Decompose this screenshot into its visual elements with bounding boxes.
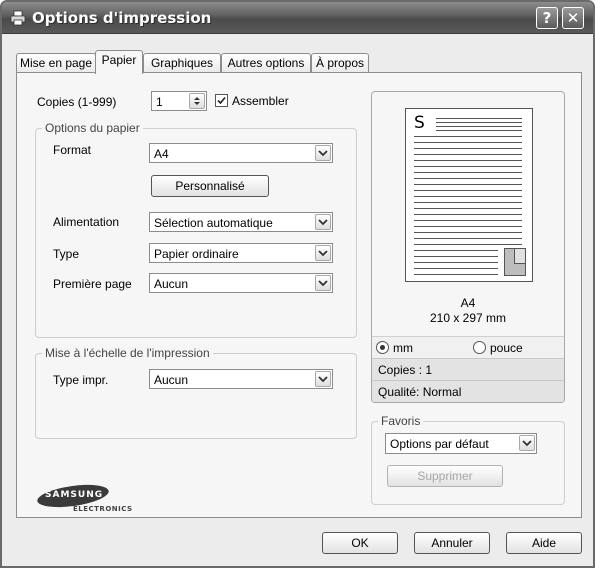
paper-type-select[interactable]: Papier ordinaire [149,243,333,263]
custom-size-button[interactable]: Personnalisé [151,175,269,197]
first-page-value: Aucun [154,277,189,291]
logo-brand: SAMSUNG [45,490,104,500]
quality-summary: Qualité: Normal [378,385,462,399]
unit-mm-label: mm [393,341,413,355]
printer-icon [10,10,26,26]
chevron-down-icon[interactable] [315,371,331,387]
source-select[interactable]: Sélection automatique [149,212,333,232]
collate-label: Assembler [232,94,289,108]
units-row: mm pouce [372,336,564,358]
paper-type-value: Papier ordinaire [154,247,239,261]
help-icon: ? [542,9,552,27]
format-select[interactable]: A4 [149,143,333,163]
tab-other-options[interactable]: Autres options [221,53,311,73]
logo-sub: ELECTRONICS [73,505,133,513]
tab-graphics[interactable]: Graphiques [143,53,221,73]
quality-summary-row: Qualité: Normal [372,380,564,402]
source-value: Sélection automatique [154,216,273,230]
copies-summary-row: Copies : 1 [372,358,564,380]
collate-checkbox[interactable] [215,94,228,107]
tab-paper[interactable]: Papier [95,50,143,74]
print-options-dialog: Options d'impression ? ✕ Mise en page Pa… [0,0,595,568]
paper-preview: S [405,108,533,282]
paper-image-block [504,248,526,276]
scaling-group: Mise à l'échelle de l'impression [35,346,357,439]
paper-size: 210 x 297 mm [429,311,507,325]
first-page-select[interactable]: Aucun [149,273,333,293]
format-value: A4 [154,147,169,161]
chevron-down-icon[interactable] [315,245,331,261]
scaling-title: Mise à l'échelle de l'impression [42,346,213,360]
ok-button[interactable]: OK [322,532,398,554]
paper-tab-panel: Copies (1-999) 1 Assembler Options du pa… [16,72,582,518]
tab-about[interactable]: À propos [311,53,369,73]
print-type-value: Aucun [154,373,189,387]
print-type-select[interactable]: Aucun [149,369,333,389]
favorites-value: Options par défaut [390,437,489,451]
checkmark-icon [217,96,226,105]
window-title: Options d'impression [32,9,212,27]
samsung-logo: SAMSUNG ELECTRONICS [35,481,149,516]
help-button[interactable]: Aide [506,532,582,554]
unit-inch-label: pouce [490,341,523,355]
copies-value: 1 [156,95,163,109]
source-label: Alimentation [53,215,120,229]
close-title-button[interactable]: ✕ [562,7,584,29]
paper-name: A4 [460,296,476,310]
chevron-down-icon[interactable] [315,214,331,230]
favorites-select[interactable]: Options par défaut [385,433,537,454]
chevron-down-icon[interactable] [315,145,331,161]
print-type-label: Type impr. [53,373,109,387]
chevron-down-icon[interactable] [519,435,535,451]
copies-spinner[interactable]: 1 [151,91,207,111]
format-label: Format [53,143,92,157]
tab-page-setup[interactable]: Mise en page [16,53,96,73]
delete-favorite-button[interactable]: Supprimer [387,465,503,487]
first-page-label: Première page [53,277,132,291]
preview-box: S A4 210 x 297 mm mm pouce Copies: 1 Qu… [371,91,565,403]
title-bar[interactable]: Options d'impression ? ✕ [2,2,593,34]
type-label: Type [53,247,80,261]
copies-summary: Copies : 1 [378,363,433,377]
close-icon: ✕ [566,9,580,27]
copies-label: Copies (1-999) [37,95,117,109]
favorites-title: Favoris [378,414,424,428]
unit-inch-radio[interactable] [473,341,486,354]
cancel-button[interactable]: Annuler [414,532,490,554]
unit-mm-radio[interactable] [376,341,389,354]
help-title-button[interactable]: ? [536,7,558,29]
paper-options-title: Options du papier [42,121,143,135]
chevron-down-icon[interactable] [315,275,331,291]
spinner-arrows-icon[interactable] [189,93,205,109]
page-letter: S [414,113,425,133]
